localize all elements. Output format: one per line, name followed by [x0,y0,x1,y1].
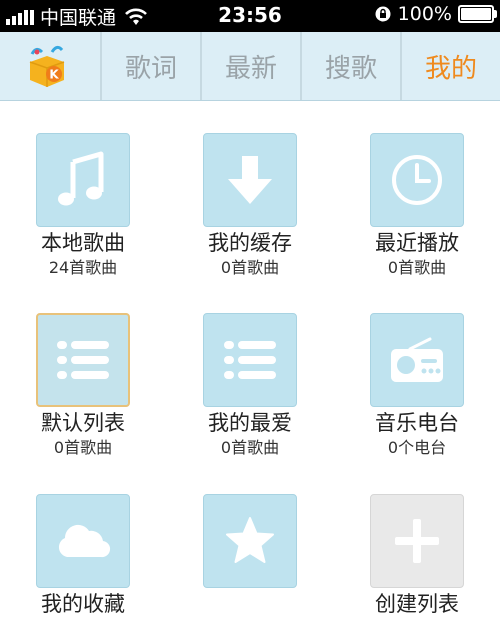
tile-label: 我的收藏 [41,592,125,616]
kugou-logo-icon[interactable]: K [24,44,70,90]
tile-icon-box [370,133,464,227]
list-icon [224,341,276,379]
tile-icon-box [203,494,297,588]
plus-icon [395,519,439,563]
tile-music-radio[interactable]: 音乐电台 0个电台 [337,313,497,459]
tile-create-list[interactable]: 创建列表 [337,494,497,618]
tile-label: 音乐电台 [375,411,459,435]
tile-count: 0首歌曲 [220,258,280,277]
tile-label: 默认列表 [41,411,125,435]
tile-count: 0首歌曲 [220,438,280,457]
tile-icon-box [36,133,130,227]
tile-label: 我的最爱 [208,411,292,435]
svg-text:K: K [49,68,59,82]
tile-count: 0个电台 [387,438,447,457]
tab-search[interactable]: 搜歌 [300,32,400,100]
tab-mine[interactable]: 我的 [400,32,500,100]
battery-icon [458,5,497,23]
top-nav-bar: K 歌词 最新 搜歌 我的 [0,32,500,101]
orientation-lock-icon [375,6,391,22]
tile-label: 我的缓存 [208,231,292,255]
tile-local-songs[interactable]: 本地歌曲 24首歌曲 [3,133,163,279]
tile-icon-box [203,133,297,227]
tile-count: 0首歌曲 [387,258,447,277]
tile-default-list[interactable]: 默认列表 0首歌曲 [3,313,163,459]
music-note-icon [58,151,104,206]
star-icon [226,517,274,563]
tile-my-cache[interactable]: 我的缓存 0首歌曲 [170,133,330,279]
tile-label: 最近播放 [375,231,459,255]
battery-percent: 100% [397,3,452,25]
clock-icon [392,155,442,205]
tile-icon-box [370,313,464,407]
tile-count: 24首歌曲 [48,258,118,277]
tile-icon-box [36,494,130,588]
tile-label: 本地歌曲 [41,231,125,255]
status-bar: 中国联通 23:56 100% [0,0,500,32]
cloud-icon [58,524,111,558]
tile-recently-played[interactable]: 最近播放 0首歌曲 [337,133,497,279]
tile-my-collection[interactable]: 我的收藏 [3,494,163,618]
radio-icon [391,337,443,382]
tile-my-favorites[interactable]: 我的最爱 0首歌曲 [170,313,330,459]
tile-label: 创建列表 [375,592,459,616]
tile-icon-box [370,494,464,588]
tile-icon-box [36,313,130,407]
list-icon [57,341,109,379]
tile-icon-box [203,313,297,407]
tile-count: 0首歌曲 [53,438,113,457]
download-arrow-icon [228,156,272,204]
battery-fill [461,8,491,20]
tab-latest[interactable]: 最新 [200,32,300,100]
tile-starred[interactable] [170,494,330,588]
tab-lyrics[interactable]: 歌词 [100,32,200,100]
